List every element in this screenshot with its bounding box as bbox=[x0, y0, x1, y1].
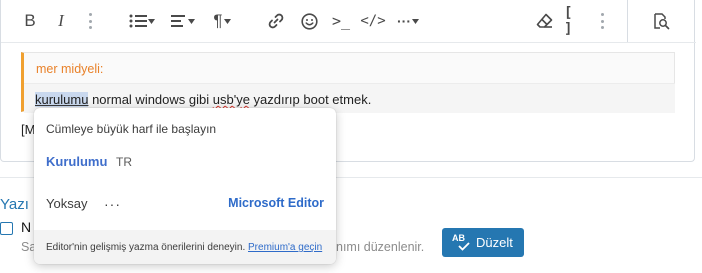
suggestion-language: TR bbox=[116, 155, 132, 169]
more-text-options-icon[interactable] bbox=[88, 13, 92, 29]
more-insert-button[interactable]: ··· bbox=[393, 10, 423, 32]
link-button[interactable] bbox=[266, 10, 286, 32]
fix-button[interactable]: AB Düzelt bbox=[442, 228, 524, 257]
quote-text-end: yazdırıp boot etmek. bbox=[249, 92, 372, 107]
smiley-icon bbox=[300, 12, 318, 30]
more-options-button[interactable]: ··· bbox=[104, 196, 121, 212]
highlighted-word[interactable]: kurulumu bbox=[35, 92, 89, 107]
list-button[interactable] bbox=[127, 10, 157, 32]
bold-button[interactable]: B bbox=[21, 10, 39, 32]
quote-author: mer midyeli: bbox=[36, 62, 104, 76]
align-button[interactable] bbox=[169, 10, 197, 32]
chevron-down-icon bbox=[148, 18, 155, 24]
terminal-button[interactable]: >_ bbox=[329, 10, 353, 32]
option-description-end: nımı düzenlenir. bbox=[336, 240, 425, 254]
preview-button[interactable] bbox=[650, 10, 672, 32]
quote-text-middle: normal windows gibi bbox=[88, 92, 213, 107]
clear-formatting-button[interactable] bbox=[534, 10, 554, 32]
popup-title: Cümleye büyük harf ile başlayın bbox=[46, 122, 217, 136]
terminal-icon: >_ bbox=[331, 12, 351, 30]
section-title: Yazı bbox=[0, 196, 29, 213]
popup-footer-text: Editor'nin gelişmiş yazma önerilerini de… bbox=[46, 242, 323, 253]
paragraph-icon: ¶ bbox=[213, 11, 223, 30]
align-left-icon bbox=[171, 15, 185, 27]
chevron-down-icon bbox=[188, 18, 195, 24]
misspelled-word[interactable]: usb'ye bbox=[213, 92, 250, 107]
microsoft-editor-link[interactable]: Microsoft Editor bbox=[228, 196, 324, 210]
brackets-icon: [ ] bbox=[564, 5, 573, 37]
ellipsis-icon: ··· bbox=[397, 13, 411, 29]
italic-button[interactable]: I bbox=[53, 10, 69, 32]
more-options-icon[interactable] bbox=[600, 13, 604, 29]
preview-icon bbox=[654, 13, 670, 30]
emoji-button[interactable] bbox=[299, 10, 319, 32]
code-button[interactable]: </> bbox=[360, 10, 386, 32]
eraser-icon bbox=[536, 13, 552, 28]
code-icon: </> bbox=[360, 13, 386, 29]
list-icon bbox=[129, 14, 147, 28]
chevron-down-icon bbox=[223, 18, 231, 24]
preview-area bbox=[628, 0, 696, 42]
premium-link[interactable]: Premium'a geçin bbox=[248, 242, 322, 253]
option-checkbox[interactable] bbox=[0, 222, 13, 235]
editor-toolbar: B I ¶ >_ </> ··· [] bbox=[1, 0, 696, 42]
chevron-down-icon bbox=[412, 18, 419, 24]
editor-suggestion-popup: Cümleye büyük harf ile başlayın Kurulumu… bbox=[34, 108, 336, 264]
paragraph-format-button[interactable]: ¶ bbox=[207, 10, 237, 32]
option-label: N bbox=[21, 219, 32, 235]
suggestion-option[interactable]: Kurulumu bbox=[46, 154, 107, 169]
fix-button-label: Düzelt bbox=[476, 235, 513, 250]
quote-block: mer midyeli: kurulumu normal windows gib… bbox=[21, 52, 675, 113]
ignore-button[interactable]: Yoksay bbox=[46, 196, 87, 211]
link-icon bbox=[268, 13, 284, 29]
spellcheck-icon: AB bbox=[452, 233, 470, 252]
quote-text[interactable]: kurulumu normal windows gibi usb'ye yazd… bbox=[35, 92, 371, 107]
toolbar-border bbox=[1, 42, 696, 43]
popup-footer: Editor'nin gelişmiş yazma önerilerini de… bbox=[34, 230, 336, 264]
bbcode-button[interactable]: [ ] bbox=[564, 5, 584, 37]
